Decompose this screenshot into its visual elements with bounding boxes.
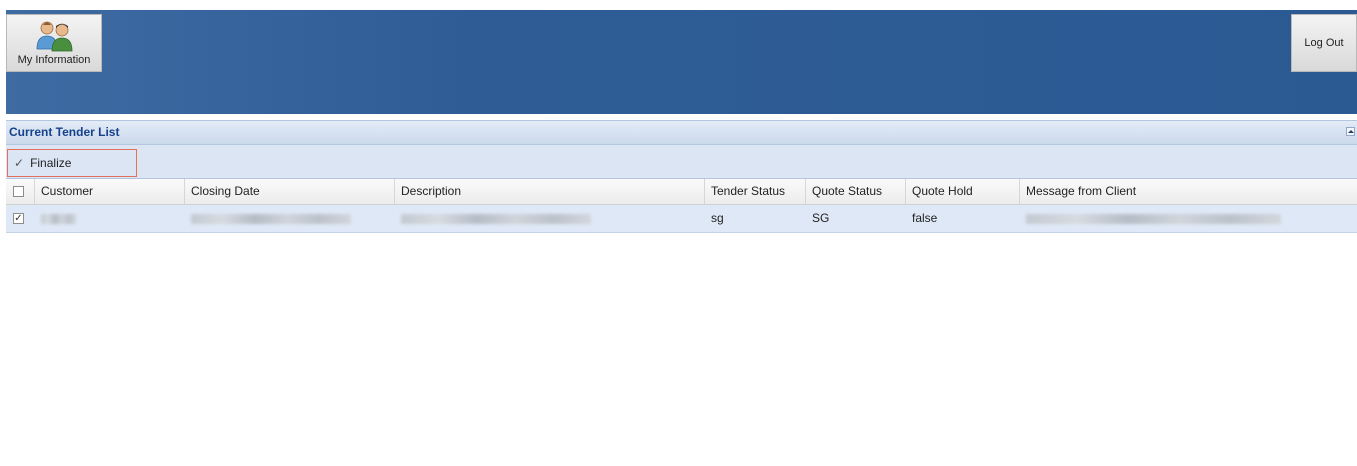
column-header-message-from-client[interactable]: Message from Client xyxy=(1020,179,1357,204)
customer-cell xyxy=(35,205,185,232)
description-cell xyxy=(395,205,705,232)
log-out-label: Log Out xyxy=(1304,37,1344,49)
toolbar: ✓ Finalize xyxy=(6,145,1357,179)
row-select-cell: ✓ xyxy=(6,205,35,232)
select-all-checkbox[interactable] xyxy=(13,186,24,197)
my-information-label: My Information xyxy=(17,54,91,66)
redacted-description xyxy=(401,213,591,224)
grid-header: Customer Closing Date Description Tender… xyxy=(6,179,1357,205)
table-row[interactable]: ✓ sg SG false xyxy=(6,205,1357,233)
finalize-label: Finalize xyxy=(30,156,72,170)
column-header-quote-status[interactable]: Quote Status xyxy=(806,179,906,204)
closing-date-cell xyxy=(185,205,395,232)
finalize-button[interactable]: ✓ Finalize xyxy=(7,149,137,177)
redacted-closing-date xyxy=(191,213,351,224)
collapse-up-icon[interactable] xyxy=(1346,127,1355,136)
row-checkbox[interactable]: ✓ xyxy=(13,213,24,224)
app-frame: My Information Log Out Current Tender Li… xyxy=(6,10,1357,466)
users-icon xyxy=(36,21,73,52)
header-banner: My Information Log Out xyxy=(6,10,1357,114)
column-header-tender-status[interactable]: Tender Status xyxy=(705,179,806,204)
panel-header: Current Tender List xyxy=(6,120,1357,145)
column-header-description[interactable]: Description xyxy=(395,179,705,204)
column-header-quote-hold[interactable]: Quote Hold xyxy=(906,179,1020,204)
redacted-customer xyxy=(41,213,76,224)
redacted-message xyxy=(1026,213,1281,224)
check-icon: ✓ xyxy=(14,156,25,170)
column-header-customer[interactable]: Customer xyxy=(35,179,185,204)
select-all-cell xyxy=(6,179,35,204)
tender-status-cell: sg xyxy=(711,211,724,225)
quote-status-cell: SG xyxy=(812,211,830,225)
my-information-button[interactable]: My Information xyxy=(6,14,102,72)
panel-title: Current Tender List xyxy=(9,125,120,139)
column-header-closing-date[interactable]: Closing Date xyxy=(185,179,395,204)
message-from-client-cell xyxy=(1020,205,1357,232)
quote-hold-cell: false xyxy=(912,211,938,225)
log-out-button[interactable]: Log Out xyxy=(1291,14,1357,72)
